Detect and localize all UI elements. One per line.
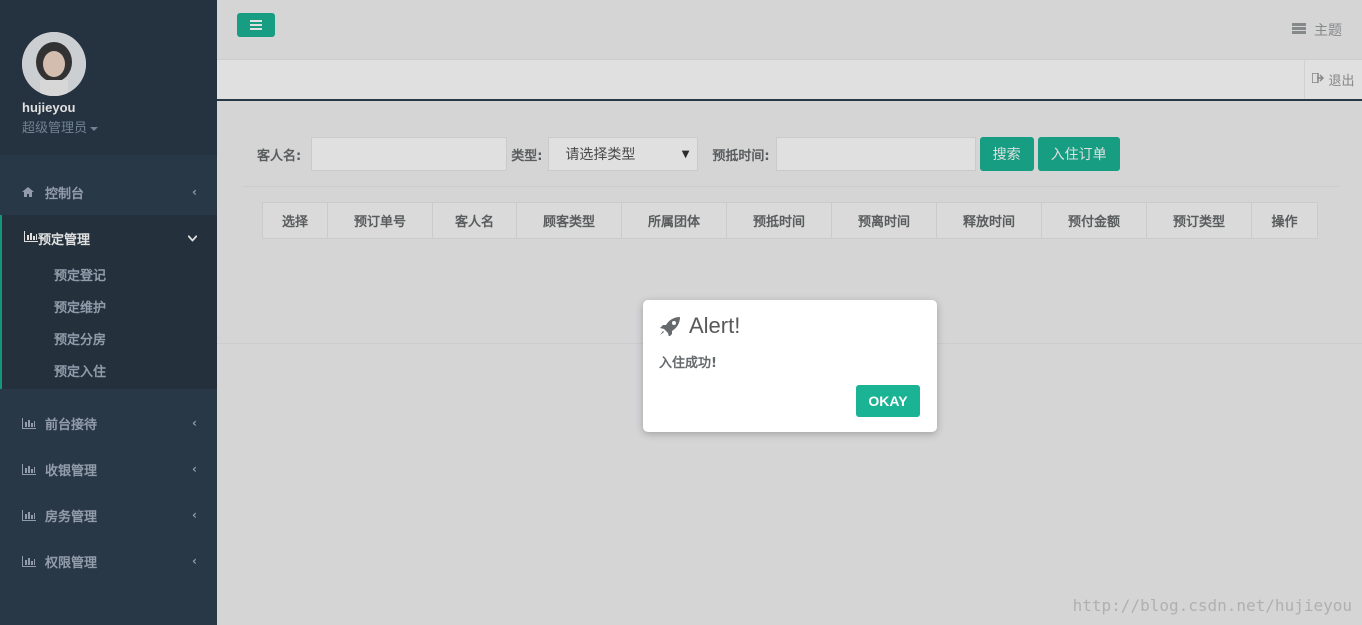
rocket-icon [659,316,681,336]
dialog-message: 入住成功! [659,356,717,371]
dialog-title-text: Alert! [689,313,741,338]
okay-button[interactable]: OKAY [856,385,920,417]
alert-dialog: Alert! 入住成功! OKAY [643,300,937,432]
dialog-title: Alert! [659,313,740,339]
